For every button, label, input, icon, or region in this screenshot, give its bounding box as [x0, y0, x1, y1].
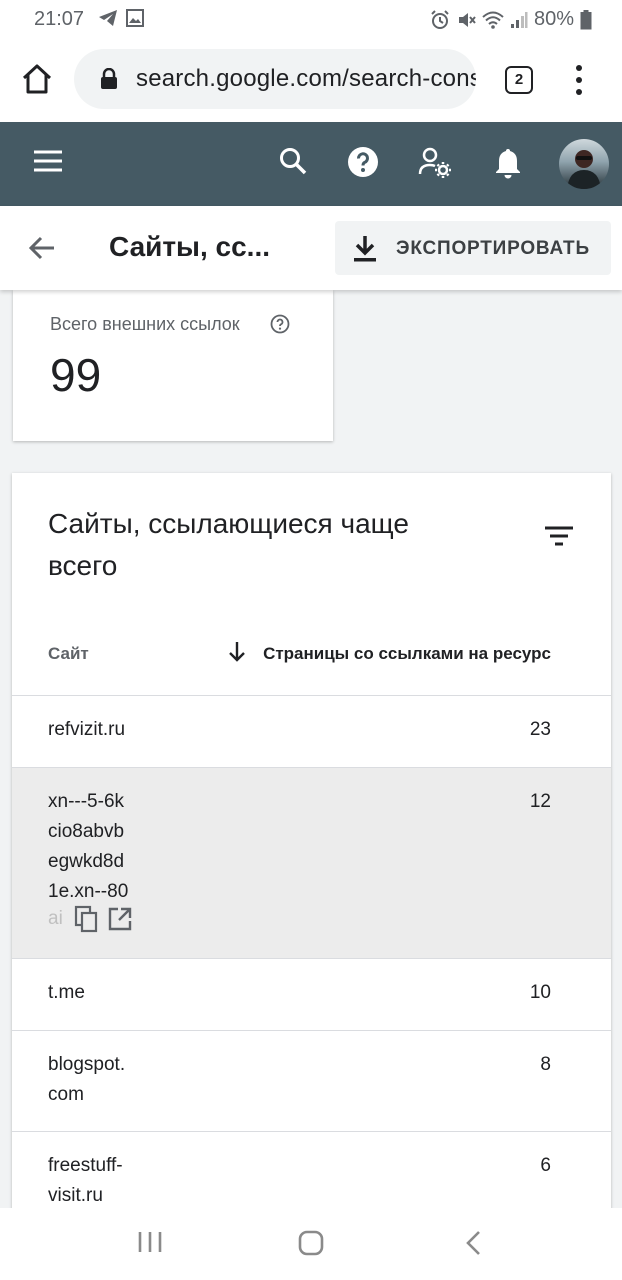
row-count: 10 — [529, 982, 551, 1003]
notifications-icon[interactable] — [493, 146, 523, 180]
table-row[interactable]: xn---5-6k cio8abvb egwkd8d 1e.xn--80 12 … — [12, 768, 611, 959]
help-outline-icon[interactable] — [270, 314, 290, 334]
page-header: Сайты, сс... ЭКСПОРТИРОВАТЬ — [0, 206, 622, 290]
browser-toolbar: search.google.com/search-console 2 — [0, 38, 622, 122]
row-site: t.me — [48, 982, 85, 1003]
signal-icon — [510, 11, 528, 28]
row-count: 8 — [540, 1054, 551, 1075]
export-button-label: ЭКСПОРТИРОВАТЬ — [396, 238, 590, 259]
download-icon — [354, 236, 376, 262]
row-count: 12 — [529, 791, 551, 812]
lock-icon — [101, 68, 117, 89]
row-count: 6 — [540, 1155, 551, 1176]
row-site: freestuff- visit.ru — [48, 1155, 123, 1206]
summary-value: 99 — [50, 349, 102, 401]
table-row[interactable]: refvizit.ru 23 — [12, 696, 611, 768]
row-count: 23 — [529, 719, 551, 740]
image-icon — [126, 9, 144, 27]
alarm-icon — [431, 9, 449, 29]
search-icon[interactable] — [278, 146, 308, 176]
column-header-site[interactable]: Сайт — [48, 644, 89, 664]
row-site: refvizit.ru — [48, 719, 126, 740]
table-row[interactable]: t.me 10 — [12, 959, 611, 1031]
battery-percent: 80% — [533, 8, 574, 30]
back-arrow-icon[interactable] — [28, 234, 56, 262]
wifi-icon — [482, 11, 504, 29]
home-nav-icon[interactable] — [298, 1230, 324, 1256]
menu-icon[interactable] — [34, 150, 62, 172]
more-vert-icon[interactable] — [572, 64, 586, 96]
recent-apps-icon[interactable] — [137, 1230, 163, 1254]
status-time: 21:07 — [34, 8, 85, 30]
table-header: Сайт Страницы со ссылками на ресурс — [12, 623, 611, 696]
manage-users-icon[interactable] — [418, 146, 452, 178]
battery-icon — [580, 9, 592, 29]
back-nav-icon[interactable] — [464, 1230, 484, 1256]
telegram-icon — [99, 10, 117, 26]
home-icon[interactable] — [20, 62, 54, 96]
card-title: Сайты, ссылающиеся чаще всего — [48, 508, 409, 581]
copy-icon[interactable] — [74, 905, 100, 933]
avatar[interactable] — [559, 139, 609, 189]
url-text: search.google.com/search-console — [136, 65, 476, 92]
column-header-pages[interactable]: Страницы со ссылками на ресурс — [263, 644, 551, 664]
row-site: xn---5-6k cio8abvb egwkd8d 1e.xn--80 — [48, 791, 129, 902]
mute-icon — [458, 12, 476, 27]
sort-arrow-down-icon[interactable] — [228, 641, 246, 663]
help-icon[interactable] — [347, 146, 379, 178]
system-nav-bar — [0, 1208, 622, 1280]
export-button[interactable]: ЭКСПОРТИРОВАТЬ — [335, 221, 611, 275]
tab-switcher-button[interactable]: 2 — [505, 66, 533, 94]
url-bar[interactable]: search.google.com/search-console — [74, 49, 476, 109]
summary-label: Всего внешних ссылок — [50, 314, 240, 334]
top-linking-sites-card: Сайты, ссылающиеся чаще всего Сайт Стран… — [12, 473, 611, 1253]
page-title: Сайты, сс... — [109, 231, 271, 262]
status-bar: 21:07 80% — [0, 0, 622, 38]
app-header — [0, 122, 622, 206]
summary-card: Всего внешних ссылок 99 — [13, 290, 333, 441]
row-site: blogspot. com — [48, 1054, 126, 1105]
row-site-overflow: ai — [48, 908, 62, 929]
filter-icon[interactable] — [545, 526, 573, 546]
open-in-new-icon[interactable] — [108, 907, 132, 931]
table-row[interactable]: blogspot. com 8 — [12, 1031, 611, 1132]
